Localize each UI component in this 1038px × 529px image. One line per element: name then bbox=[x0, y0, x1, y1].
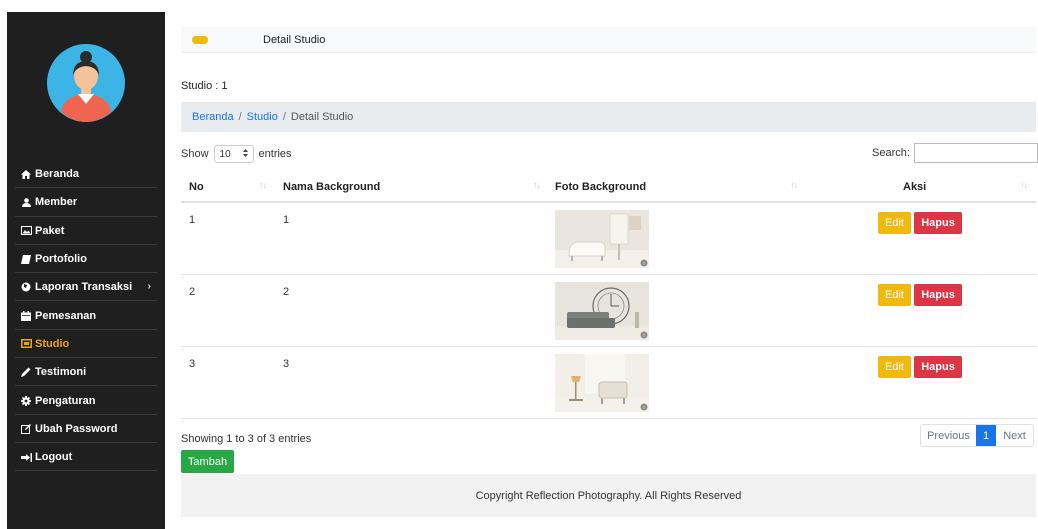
entries-label: entries bbox=[258, 148, 292, 160]
cell-nama-background: 1 bbox=[283, 214, 290, 226]
search-input[interactable] bbox=[913, 143, 1038, 163]
column-header-foto-background[interactable]: Foto Background bbox=[555, 181, 646, 193]
chevron-right-icon: › bbox=[147, 281, 151, 293]
search-box: Search: bbox=[872, 143, 1038, 163]
edit-icon bbox=[20, 423, 32, 434]
white-sofa-room-photo: i bbox=[555, 210, 649, 268]
column-header-no[interactable]: No bbox=[189, 181, 204, 193]
armchair-lamp-photo: i bbox=[555, 354, 649, 412]
pagination-previous[interactable]: Previous bbox=[921, 425, 976, 446]
pagination-page-1[interactable]: 1 bbox=[976, 425, 996, 446]
cell-no: 2 bbox=[189, 286, 196, 298]
breadcrumb: Beranda / Studio / Detail Studio bbox=[181, 102, 1036, 132]
delete-button[interactable]: Hapus bbox=[914, 284, 962, 306]
delete-button[interactable]: Hapus bbox=[914, 212, 962, 234]
edit-button[interactable]: Edit bbox=[878, 356, 911, 378]
column-header-nama-background[interactable]: Nama Background bbox=[283, 181, 380, 193]
footer: Copyright Reflection Photography. All Ri… bbox=[181, 474, 1036, 517]
sidebar-item-portofolio[interactable]: Portofolio bbox=[7, 245, 165, 274]
sidebar-item-label: Testimoni bbox=[35, 366, 87, 379]
gear-icon bbox=[20, 395, 32, 406]
page-title: Detail Studio bbox=[263, 34, 326, 46]
background-table: No ↑↓ Nama Background ↑↓ Foto Background… bbox=[181, 172, 1036, 419]
show-entries: Show 10 entries bbox=[181, 145, 292, 163]
sort-icon[interactable]: ↑↓ bbox=[259, 180, 267, 190]
grey-sofa-clock-photo: i bbox=[555, 282, 649, 340]
column-header-aksi[interactable]: Aksi bbox=[903, 181, 926, 193]
sidebar-item-testimoni[interactable]: Testimoni bbox=[7, 358, 165, 387]
table-row: 3 3 i Edit Hapus bbox=[181, 347, 1036, 419]
delete-button[interactable]: Hapus bbox=[914, 356, 962, 378]
pagination-next[interactable]: Next bbox=[996, 425, 1033, 446]
user-icon bbox=[20, 197, 32, 207]
edit-button[interactable]: Edit bbox=[878, 284, 911, 306]
sort-icon[interactable]: ↑↓ bbox=[790, 180, 798, 190]
footer-copyright: Copyright Reflection Photography. All Ri… bbox=[475, 489, 742, 502]
sidebar-item-label: Beranda bbox=[35, 168, 80, 181]
image-icon bbox=[20, 226, 32, 236]
app-root: Beranda Member Paket Portofolio Laporan … bbox=[0, 0, 1038, 529]
sidebar-menu: Beranda Member Paket Portofolio Laporan … bbox=[7, 160, 165, 472]
breadcrumb-current: Detail Studio bbox=[290, 111, 354, 123]
sidebar-item-label: Paket bbox=[35, 224, 65, 237]
avatar bbox=[47, 44, 125, 122]
table-row: 2 2 i Edit Hapus bbox=[181, 275, 1036, 347]
sort-icon[interactable]: ↑↓ bbox=[533, 180, 541, 190]
search-label: Search: bbox=[872, 147, 910, 159]
sidebar: Beranda Member Paket Portofolio Laporan … bbox=[7, 12, 165, 529]
sidebar-toggle-button[interactable] bbox=[192, 36, 208, 44]
cell-nama-background: 3 bbox=[283, 358, 290, 370]
table-row: 1 1 i Edit Hapus bbox=[181, 203, 1036, 275]
table-info: Showing 1 to 3 of 3 entries bbox=[181, 433, 312, 445]
sidebar-item-paket[interactable]: Paket bbox=[7, 217, 165, 246]
cell-nama-background: 2 bbox=[283, 286, 290, 298]
globe-icon bbox=[20, 282, 32, 292]
breadcrumb-separator: / bbox=[282, 111, 286, 123]
sidebar-item-label: Member bbox=[35, 196, 78, 209]
svg-text:i: i bbox=[643, 261, 644, 267]
sidebar-item-label: Studio bbox=[35, 337, 70, 350]
edit-button[interactable]: Edit bbox=[878, 212, 911, 234]
breadcrumb-studio-link[interactable]: Studio bbox=[247, 111, 278, 123]
logout-icon bbox=[20, 452, 32, 462]
entries-select-value: 10 bbox=[219, 148, 231, 160]
show-label: Show bbox=[181, 148, 209, 160]
cell-no: 3 bbox=[189, 358, 196, 370]
svg-text:i: i bbox=[643, 405, 644, 411]
sidebar-item-label: Portofolio bbox=[35, 253, 87, 266]
sort-icon[interactable]: ↑↓ bbox=[1020, 180, 1028, 190]
sidebar-item-member[interactable]: Member bbox=[7, 188, 165, 217]
breadcrumb-separator: / bbox=[238, 111, 242, 123]
svg-text:i: i bbox=[643, 333, 644, 339]
book-icon bbox=[20, 254, 32, 264]
sidebar-item-label: Pengaturan bbox=[35, 394, 96, 407]
cell-no: 1 bbox=[189, 214, 196, 226]
sidebar-item-pemesanan[interactable]: Pemesanan bbox=[7, 301, 165, 331]
select-arrows-icon bbox=[242, 148, 248, 160]
pencil-icon bbox=[20, 367, 32, 378]
studio-icon bbox=[20, 339, 32, 349]
breadcrumb-home-link[interactable]: Beranda bbox=[192, 111, 234, 123]
sidebar-item-label: Pemesanan bbox=[35, 309, 97, 322]
studio-label: Studio : 1 bbox=[181, 80, 228, 92]
sidebar-item-logout[interactable]: Logout bbox=[7, 443, 165, 472]
entries-select[interactable]: 10 bbox=[213, 145, 254, 163]
add-button[interactable]: Tambah bbox=[181, 450, 234, 473]
home-icon bbox=[20, 169, 32, 179]
sidebar-item-studio[interactable]: Studio bbox=[7, 330, 165, 359]
sidebar-item-laporan-transaksi[interactable]: Laporan Transaksi › bbox=[7, 273, 165, 302]
table-header-row: No ↑↓ Nama Background ↑↓ Foto Background… bbox=[181, 172, 1036, 203]
sidebar-item-beranda[interactable]: Beranda bbox=[7, 160, 165, 189]
sidebar-item-label: Laporan Transaksi bbox=[35, 281, 133, 294]
sidebar-item-pengaturan[interactable]: Pengaturan bbox=[7, 386, 165, 415]
sidebar-item-label: Ubah Password bbox=[35, 422, 118, 435]
sidebar-item-ubah-password[interactable]: Ubah Password bbox=[7, 415, 165, 444]
calendar-icon bbox=[20, 310, 32, 321]
sidebar-item-label: Logout bbox=[35, 451, 73, 464]
topbar: Detail Studio bbox=[181, 27, 1036, 53]
pagination: Previous 1 Next bbox=[920, 424, 1034, 447]
